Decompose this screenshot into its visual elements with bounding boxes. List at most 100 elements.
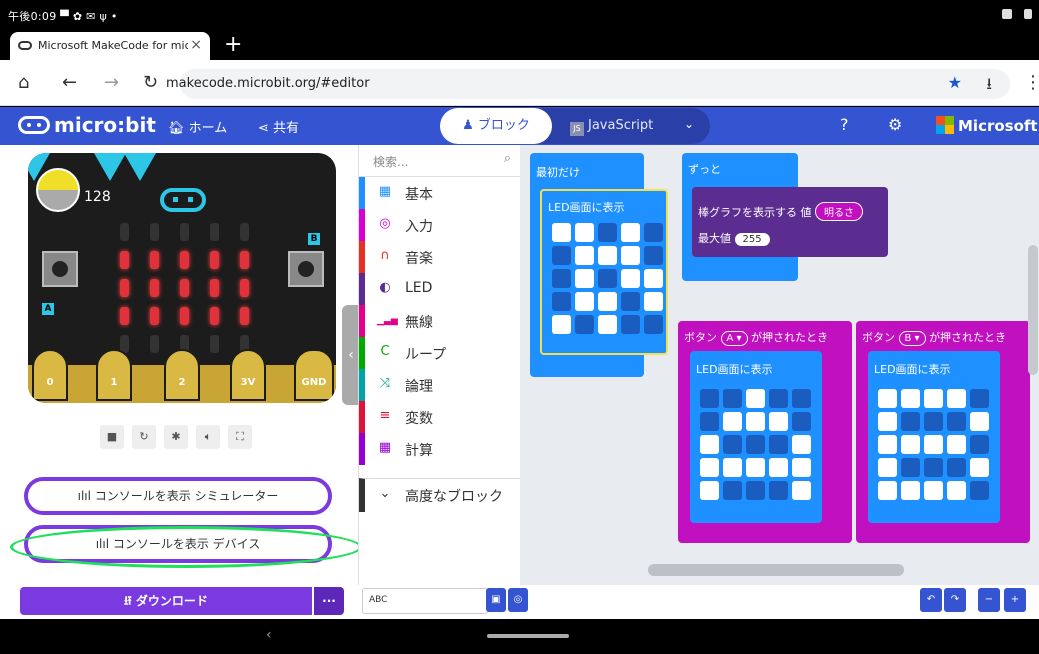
led-cell[interactable] — [575, 315, 594, 334]
led-cell[interactable] — [947, 412, 966, 431]
led-cell[interactable] — [700, 412, 719, 431]
home-button[interactable]: 🏠︎ ホーム — [168, 117, 227, 136]
button-b[interactable] — [288, 251, 324, 287]
led-cell[interactable] — [746, 458, 765, 477]
star-icon[interactable]: ★ — [948, 73, 962, 92]
led-cell[interactable] — [644, 292, 663, 311]
led-cell[interactable] — [598, 246, 617, 265]
led-cell[interactable] — [644, 315, 663, 334]
led-cell[interactable] — [901, 481, 920, 500]
led-cell[interactable] — [901, 435, 920, 454]
led-cell[interactable] — [924, 435, 943, 454]
led-cell[interactable] — [878, 481, 897, 500]
light-sensor-slider[interactable] — [36, 168, 80, 212]
led-cell[interactable] — [901, 458, 920, 477]
pin-gnd[interactable]: GND — [294, 349, 334, 401]
category-8[interactable]: ≡ 変数 — [359, 401, 521, 433]
led-cell[interactable] — [878, 458, 897, 477]
button-b-dropdown[interactable]: B ▾ — [898, 331, 926, 346]
led-cell[interactable] — [700, 435, 719, 454]
zoom-out-icon[interactable]: − — [978, 588, 1000, 612]
led-cell[interactable] — [769, 412, 788, 431]
max-value-oval[interactable]: 255 — [734, 233, 770, 246]
led-cell[interactable] — [970, 481, 989, 500]
led-cell[interactable] — [970, 458, 989, 477]
category-1[interactable]: ▦ 基本 — [359, 177, 521, 209]
led-cell[interactable] — [792, 435, 811, 454]
led-cell[interactable] — [947, 389, 966, 408]
led-cell[interactable] — [644, 246, 663, 265]
led-cell[interactable] — [575, 223, 594, 242]
led-cell[interactable] — [575, 292, 594, 311]
led-cell[interactable] — [901, 412, 920, 431]
led-cell[interactable] — [878, 389, 897, 408]
light-level-oval[interactable]: 明るさ — [815, 202, 863, 221]
blocks-workspace[interactable]: 最初だけ LED画面に表示 ずっと 棒グラフを表示する 値 明るさ 最大値 25… — [520, 145, 1039, 585]
button-a-dropdown[interactable]: A ▾ — [720, 331, 748, 346]
led-cell[interactable] — [970, 389, 989, 408]
bar-graph-block[interactable]: 棒グラフを表示する 値 明るさ 最大値 255 — [692, 187, 888, 257]
microsoft-logo[interactable]: Microsoft — [936, 116, 1038, 135]
download-button[interactable]: ⭿ ダウンロード — [20, 587, 312, 615]
redo-icon[interactable]: ↷ — [944, 588, 966, 612]
led-cell[interactable] — [746, 389, 765, 408]
led-cell[interactable] — [621, 269, 640, 288]
show-leds-block[interactable]: LED画面に表示 — [868, 351, 1000, 523]
menu-dots-icon[interactable]: ⋮ — [1024, 72, 1039, 93]
led-cell[interactable] — [552, 223, 571, 242]
vertical-scrollbar[interactable] — [1028, 245, 1038, 375]
forever-block[interactable]: ずっと 棒グラフを表示する 値 明るさ 最大値 255 — [682, 153, 888, 281]
pin-1[interactable]: 1 — [96, 349, 132, 401]
category-4[interactable]: ◐ LED — [359, 273, 521, 305]
pin-2[interactable]: 2 — [164, 349, 200, 401]
category-9[interactable]: ▦ 計算 — [359, 433, 521, 465]
mute-icon[interactable]: 🔈︎ — [196, 425, 220, 449]
undo-icon[interactable]: ↶ — [920, 588, 942, 612]
led-cell[interactable] — [924, 389, 943, 408]
forward-icon[interactable]: → — [104, 72, 119, 93]
led-cell[interactable] — [769, 435, 788, 454]
advanced-blocks-category[interactable]: ⌄ 高度なブロック — [359, 478, 521, 512]
led-cell[interactable] — [552, 292, 571, 311]
led-cell[interactable] — [746, 435, 765, 454]
toolbox-search[interactable]: 検索... ⌕ — [359, 145, 521, 177]
stop-icon[interactable]: ■ — [100, 425, 124, 449]
help-icon[interactable]: ? — [840, 115, 849, 134]
led-cell[interactable] — [552, 246, 571, 265]
browser-tab[interactable]: Microsoft MakeCode for micro × — [10, 32, 210, 60]
on-button-a-block[interactable]: ボタン A ▾ が押されたとき LED画面に表示 — [678, 321, 852, 543]
javascript-tab[interactable]: JS JavaScript — [570, 108, 653, 144]
share-button[interactable]: ⋖ 共有 — [258, 117, 299, 136]
led-cell[interactable] — [575, 269, 594, 288]
address-field[interactable]: makecode.microbit.org/#editor ★ ⭳ — [166, 69, 1010, 99]
led-cell[interactable] — [878, 435, 897, 454]
logo-touch-icon[interactable] — [160, 188, 206, 212]
led-cell[interactable] — [723, 435, 742, 454]
show-leds-block[interactable]: LED画面に表示 — [540, 189, 668, 355]
category-2[interactable]: ◎ 入力 — [359, 209, 521, 241]
category-3[interactable]: ∩ 音楽 — [359, 241, 521, 273]
led-cell[interactable] — [924, 458, 943, 477]
led-cell[interactable] — [792, 389, 811, 408]
button-a[interactable] — [42, 251, 78, 287]
led-cell[interactable] — [644, 269, 663, 288]
led-cell[interactable] — [700, 481, 719, 500]
led-cell[interactable] — [792, 458, 811, 477]
show-console-simulator-button[interactable]: ılıl コンソールを表示 シミュレーター — [24, 477, 332, 515]
close-tab-icon[interactable]: × — [190, 37, 202, 53]
led-cell[interactable] — [700, 458, 719, 477]
led-cell[interactable] — [575, 246, 594, 265]
led-cell[interactable] — [878, 412, 897, 431]
led-cell[interactable] — [723, 412, 742, 431]
nav-back-icon[interactable]: ‹ — [266, 627, 272, 643]
led-cell[interactable] — [947, 481, 966, 500]
led-cell[interactable] — [621, 292, 640, 311]
project-name-input[interactable]: ABC — [362, 588, 488, 614]
led-cell[interactable] — [947, 458, 966, 477]
led-cell[interactable] — [924, 412, 943, 431]
download-more-button[interactable]: ... — [314, 587, 344, 615]
led-cell[interactable] — [621, 223, 640, 242]
pin-0[interactable]: 0 — [32, 349, 68, 401]
led-cell[interactable] — [598, 269, 617, 288]
led-cell[interactable] — [621, 246, 640, 265]
